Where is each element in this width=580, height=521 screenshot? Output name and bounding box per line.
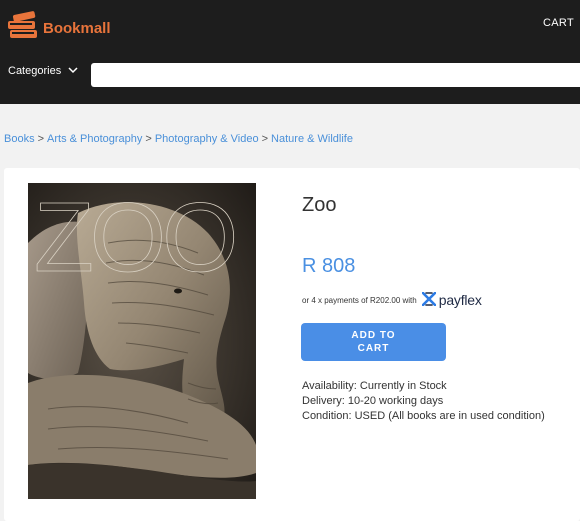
product-price: R 808 [302,255,356,277]
installments-info: or 4 x payments of R202.00 with payflex [302,291,482,308]
books-logo-icon [7,11,39,46]
cover-title-text: ZOO [34,183,234,292]
cart-link[interactable]: CART [543,17,574,29]
chevron-down-icon [68,65,78,77]
brand-logo[interactable]: Bookmall [7,11,111,46]
categories-label: Categories [8,65,62,77]
payflex-label: payflex [438,292,482,308]
installments-text: or 4 x payments of R202.00 with [302,295,417,305]
payflex-logo-icon [421,291,437,308]
breadcrumb-link-nature-wildlife[interactable]: Nature & Wildlife [271,133,353,145]
top-header: Bookmall CART Categories [0,0,580,104]
delivery-text: Delivery: 10-20 working days [302,395,444,407]
book-cover-image: ZOO [28,183,256,499]
breadcrumb: Books > Arts & Photography > Photography & V… [4,133,353,145]
categories-dropdown[interactable]: Categories [8,65,78,77]
breadcrumb-link-arts-photography[interactable]: Arts & Photography [47,133,142,145]
add-to-cart-button[interactable]: ADD TO CART [301,323,446,361]
condition-text: Condition: USED (All books are in used c… [302,410,545,422]
search-input[interactable] [91,63,580,87]
breadcrumb-link-books[interactable]: Books [4,133,35,145]
breadcrumb-link-photography-video[interactable]: Photography & Video [155,133,259,145]
product-title: Zoo [302,194,337,216]
availability-text: Availability: Currently in Stock [302,380,447,392]
brand-name: Bookmall [43,20,111,37]
payflex-logo[interactable]: payflex [421,291,482,308]
product-details: Availability: Currently in Stock Deliver… [302,379,545,424]
